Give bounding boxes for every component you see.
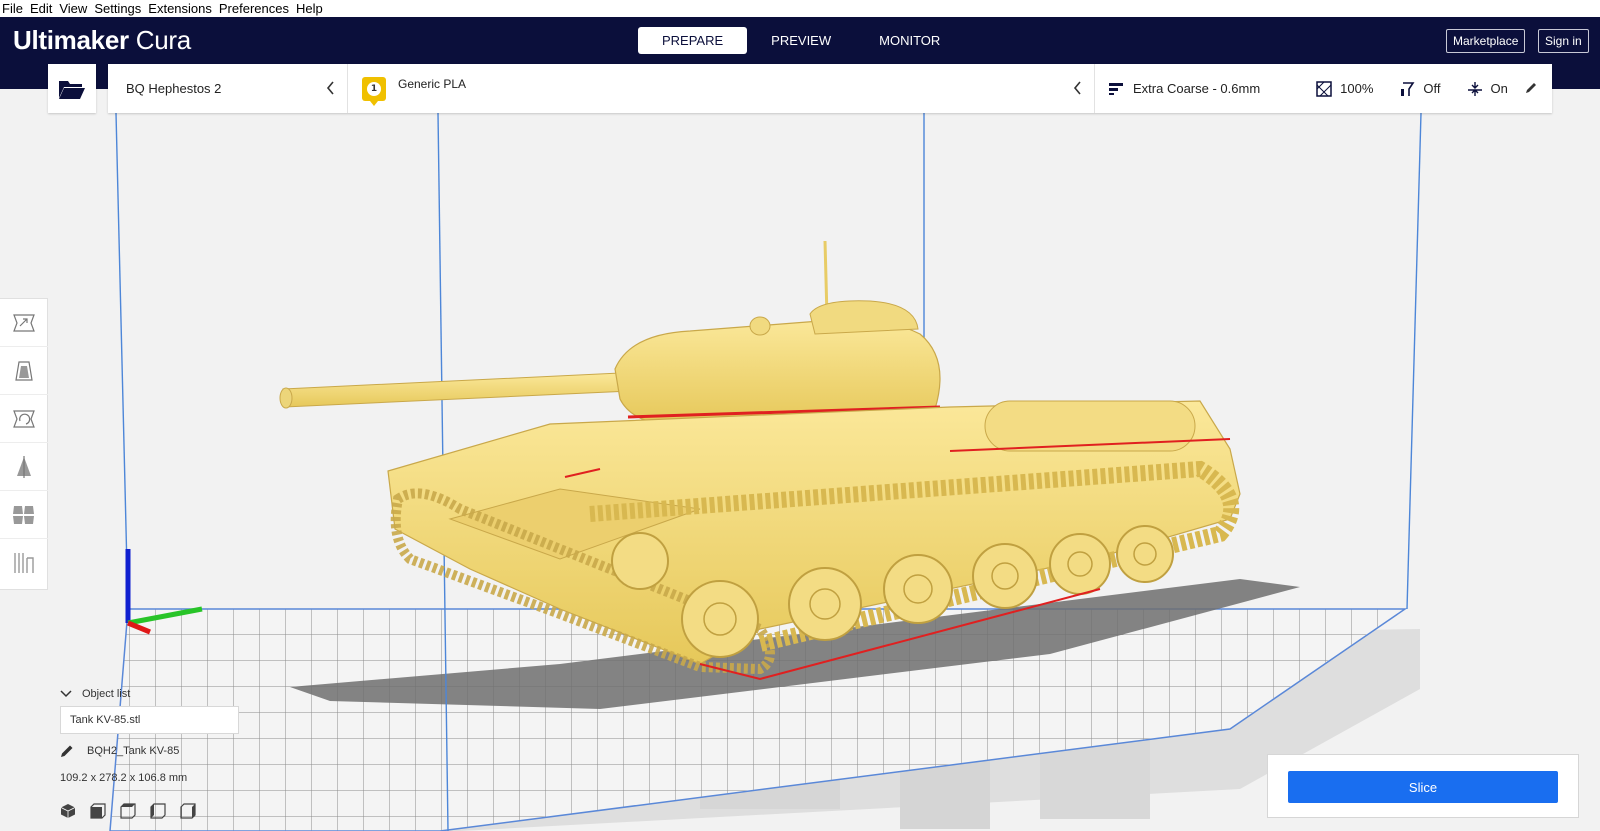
3d-viewport[interactable] (0, 89, 1600, 831)
edit-pencil-icon[interactable] (1524, 81, 1538, 95)
view-top-button[interactable] (120, 800, 150, 822)
view-3d-button[interactable] (60, 800, 90, 822)
logo-light: Cura (128, 25, 191, 55)
action-panel: Slice (1267, 754, 1579, 818)
print-settings-selector[interactable]: Extra Coarse - 0.6mm 100% Off On (1095, 64, 1552, 113)
move-tool[interactable] (0, 299, 48, 347)
scale-icon (15, 360, 33, 381)
material-selector[interactable]: 1 Generic PLA (348, 64, 1095, 113)
cube-top-icon (120, 803, 136, 819)
slice-button[interactable]: Slice (1288, 771, 1558, 803)
infill-item: 100% (1316, 80, 1374, 97)
per-model-settings-icon (13, 505, 34, 524)
edit-pencil-icon (61, 745, 73, 757)
cube-right-icon (180, 803, 196, 819)
menu-settings[interactable]: Settings (91, 1, 145, 16)
object-list-label: Object list (82, 688, 131, 700)
tab-prepare[interactable]: PREPARE (638, 27, 748, 54)
menu-extensions[interactable]: Extensions (145, 1, 216, 16)
chevron-left-icon (326, 81, 334, 95)
printer-setup-bar: BQ Hephestos 2 1 Generic PLA Extra Coars… (108, 64, 1552, 113)
rotate-tool[interactable] (0, 395, 48, 443)
adhesion-item: On (1467, 81, 1508, 97)
object-list-item[interactable]: Tank KV-85.stl (60, 706, 239, 734)
mirror-tool[interactable] (0, 443, 48, 491)
tool-panel (0, 298, 48, 590)
support-blocker-icon (14, 553, 34, 573)
support-item: Off (1399, 81, 1441, 97)
support-value: Off (1423, 81, 1441, 96)
view-left-button[interactable] (150, 800, 180, 822)
material-name: Generic PLA (398, 76, 467, 91)
view-right-button[interactable] (180, 800, 210, 822)
logo-bold: Ultimaker (13, 25, 129, 55)
app-logo: Ultimaker Cura (13, 25, 191, 56)
tab-monitor[interactable]: MONITOR (855, 27, 964, 54)
mirror-icon (17, 455, 31, 478)
tab-preview[interactable]: PREVIEW (747, 27, 855, 54)
object-file-name: Tank KV-85.stl (70, 714, 141, 726)
support-icon (1401, 81, 1415, 96)
menu-help[interactable]: Help (293, 1, 327, 16)
chevron-left-icon (1073, 81, 1081, 95)
selected-object-name: BQH2_Tank KV-85 (87, 745, 180, 757)
move-icon (13, 313, 35, 332)
extruder-number: 1 (367, 81, 381, 96)
support-blocker-tool[interactable] (0, 539, 48, 587)
extruder-badge: 1 (362, 76, 386, 106)
menu-preferences[interactable]: Preferences (216, 1, 293, 16)
infill-icon (1316, 80, 1332, 97)
rotate-icon (13, 409, 35, 428)
stage-tabs: PREPARE PREVIEW MONITOR (638, 27, 964, 54)
profile-item: Extra Coarse - 0.6mm (1109, 81, 1260, 96)
layer-height-icon (1109, 82, 1123, 95)
cube-front-icon (90, 803, 106, 819)
build-volume-scene (109, 112, 1422, 831)
infill-value: 100% (1340, 81, 1374, 96)
cube-left-icon (150, 803, 166, 819)
adhesion-icon (1467, 81, 1482, 96)
adhesion-value: On (1490, 81, 1508, 96)
per-model-settings-tool[interactable] (0, 491, 48, 539)
menu-bar: File Edit View Settings Extensions Prefe… (0, 0, 1600, 17)
menu-edit[interactable]: Edit (27, 1, 56, 16)
marketplace-button[interactable]: Marketplace (1446, 29, 1526, 53)
object-dimensions: 109.2 x 278.2 x 106.8 mm (60, 772, 188, 784)
profile-name: Extra Coarse - 0.6mm (1133, 81, 1261, 96)
object-list-toggle[interactable]: Object list (60, 688, 130, 700)
scale-tool[interactable] (0, 347, 48, 395)
printer-selector[interactable]: BQ Hephestos 2 (108, 64, 348, 113)
camera-view-buttons (60, 800, 210, 822)
open-file-button[interactable] (48, 64, 96, 113)
folder-open-icon (59, 80, 85, 99)
sign-in-button[interactable]: Sign in (1538, 29, 1589, 53)
cube-3d-icon (60, 804, 76, 818)
menu-file[interactable]: File (0, 1, 27, 16)
menu-view[interactable]: View (56, 1, 91, 16)
printer-name: BQ Hephestos 2 (126, 81, 222, 96)
object-name-row[interactable]: BQH2_Tank KV-85 (60, 744, 179, 758)
chevron-down-icon (60, 690, 72, 698)
view-front-button[interactable] (90, 800, 120, 822)
